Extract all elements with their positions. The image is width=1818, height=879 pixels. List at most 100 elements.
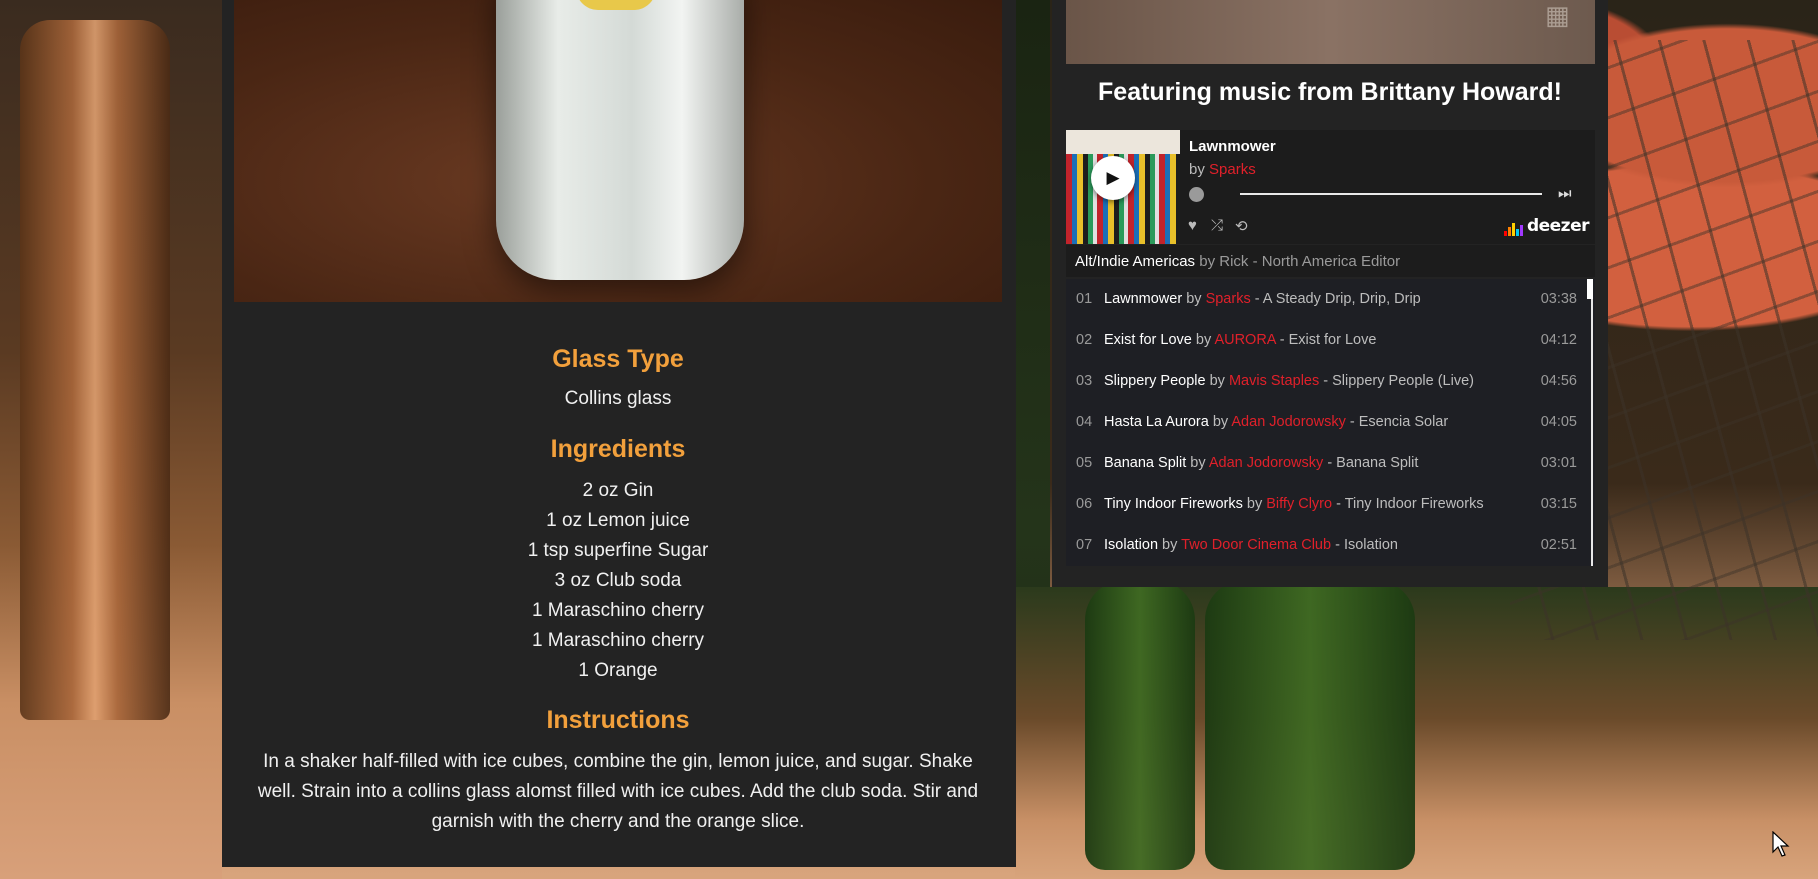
track-list: 01 Lawnmower by Sparks - A Steady Drip, … [1066, 279, 1595, 566]
track-name: Banana Split [1104, 455, 1187, 471]
track-duration: 04:12 [1540, 332, 1577, 348]
track-artist[interactable]: Adan Jodorowsky [1231, 414, 1345, 430]
track-artist[interactable]: Two Door Cinema Club [1181, 537, 1331, 553]
ingredient-item: 2 oz Gin [582, 480, 654, 501]
track-row[interactable]: 06 Tiny Indoor Fireworks by Biffy Clyro … [1066, 484, 1585, 525]
track-info: Tiny Indoor Fireworks by Biffy Clyro - T… [1104, 496, 1484, 512]
instructions-heading: Instructions [546, 706, 690, 734]
track-number: 05 [1076, 455, 1093, 471]
background-shaker [20, 20, 170, 720]
play-icon: ▶ [1106, 168, 1120, 187]
cocktail-photo [234, 0, 1002, 302]
track-duration: 04:56 [1540, 373, 1577, 389]
track-row[interactable]: 02 Exist for Love by AURORA - Exist for … [1066, 320, 1585, 361]
artist-image: ▦ [1066, 0, 1595, 64]
ingredient-item: 1 oz Lemon juice [546, 510, 690, 531]
track-number: 03 [1076, 373, 1093, 389]
glass-type-value: Collins glass [564, 388, 672, 409]
track-name: Exist for Love [1104, 332, 1192, 348]
track-name: Lawnmower [1104, 291, 1183, 307]
track-list-scrollbar[interactable] [1587, 279, 1593, 566]
playlist-header: Alt/Indie Americas by Rick - North Ameri… [1066, 245, 1595, 277]
track-album: - Exist for Love [1279, 332, 1377, 348]
track-name: Tiny Indoor Fireworks [1104, 496, 1243, 512]
ingredient-item: 1 Orange [578, 660, 658, 681]
progress-bar[interactable] [1240, 193, 1542, 195]
album-cover: ▶ [1066, 130, 1180, 244]
track-duration: 03:01 [1540, 455, 1577, 471]
track-artist[interactable]: Sparks [1206, 291, 1251, 307]
ingredients-list: 2 oz Gin 1 oz Lemon juice 1 tsp superfin… [234, 476, 1002, 686]
track-album: - Esencia Solar [1349, 414, 1449, 430]
track-artist[interactable]: AURORA [1214, 332, 1275, 348]
track-album: - A Steady Drip, Drip, Drip [1254, 291, 1421, 307]
track-artist[interactable]: Adan Jodorowsky [1209, 455, 1323, 471]
track-info: Banana Split by Adan Jodorowsky - Banana… [1104, 455, 1418, 471]
track-info: Lawnmower by Sparks - A Steady Drip, Dri… [1104, 291, 1421, 307]
track-duration: 03:38 [1540, 291, 1577, 307]
deezer-player: ▶ Lawnmower by Sparks ⏭ ♥ ⤮ ⟲ deezer [1066, 130, 1595, 244]
track-name: Hasta La Aurora [1104, 414, 1209, 430]
cocktail-glass [496, 0, 744, 280]
music-heading: Featuring music from Brittany Howard! [1098, 78, 1562, 106]
track-by-label: by [1186, 291, 1202, 307]
background-bottle [1085, 580, 1195, 870]
by-label: by [1189, 161, 1205, 178]
playlist-by-label: by [1199, 253, 1216, 270]
background-left [0, 0, 222, 879]
track-album: - Isolation [1335, 537, 1398, 553]
track-row[interactable]: 05 Banana Split by Adan Jodorowsky - Ban… [1066, 443, 1585, 484]
track-row[interactable]: 01 Lawnmower by Sparks - A Steady Drip, … [1066, 279, 1585, 320]
current-track-title: Lawnmower [1189, 138, 1276, 155]
track-row[interactable]: 04 Hasta La Aurora by Adan Jodorowsky - … [1066, 402, 1585, 443]
track-by-label: by [1190, 455, 1206, 471]
playlist-author[interactable]: Rick - North America Editor [1219, 253, 1400, 270]
track-duration: 03:15 [1540, 496, 1577, 512]
track-info: Isolation by Two Door Cinema Club - Isol… [1104, 537, 1398, 553]
track-album: - Tiny Indoor Fireworks [1336, 496, 1484, 512]
current-track-artist-line: by Sparks [1189, 161, 1256, 178]
track-info: Hasta La Aurora by Adan Jodorowsky - Ese… [1104, 414, 1448, 430]
track-row[interactable]: 03 Slippery People by Mavis Staples - Sl… [1066, 361, 1585, 402]
player-controls: ♥ ⤮ ⟲ deezer [1180, 211, 1595, 244]
current-track-artist[interactable]: Sparks [1209, 161, 1256, 178]
ingredients-heading: Ingredients [550, 435, 686, 463]
track-album: - Banana Split [1327, 455, 1419, 471]
track-info: Slippery People by Mavis Staples - Slipp… [1104, 373, 1474, 389]
track-row[interactable]: 07 Isolation by Two Door Cinema Club - I… [1066, 525, 1585, 566]
scrollbar-thumb[interactable] [1587, 279, 1593, 299]
ingredient-item: 1 tsp superfine Sugar [527, 540, 709, 561]
track-name: Slippery People [1104, 373, 1206, 389]
deezer-brand: deezer [1526, 216, 1590, 236]
track-by-label: by [1212, 414, 1229, 430]
ingredient-item: 1 Maraschino cherry [531, 630, 705, 651]
track-duration: 04:05 [1540, 414, 1577, 430]
next-icon[interactable]: ⏭ [1558, 185, 1572, 202]
cursor-icon [1772, 830, 1790, 857]
track-artist[interactable]: Mavis Staples [1229, 373, 1319, 389]
clock-icon [1189, 187, 1204, 202]
track-number: 07 [1076, 537, 1093, 553]
glass-type-heading: Glass Type [552, 345, 684, 373]
background-bottle [1205, 580, 1415, 870]
track-number: 02 [1076, 332, 1093, 348]
grid-icon: ▦ [1545, 0, 1570, 30]
track-duration: 02:51 [1540, 537, 1577, 553]
track-by-label: by [1209, 373, 1225, 389]
deezer-logo-bars [1503, 216, 1524, 236]
instructions-text: In a shaker half-filled with ice cubes, … [257, 751, 979, 832]
deezer-logo[interactable]: deezer [1503, 216, 1590, 236]
track-number: 01 [1076, 291, 1093, 307]
track-by-label: by [1162, 537, 1178, 553]
track-by-label: by [1246, 496, 1263, 512]
track-artist[interactable]: Biffy Clyro [1266, 496, 1332, 512]
track-info: Exist for Love by AURORA - Exist for Lov… [1104, 332, 1376, 348]
play-button[interactable]: ▶ [1091, 156, 1135, 200]
ingredient-item: 1 Maraschino cherry [531, 600, 705, 621]
shuffle-icon[interactable]: ⤮ [1211, 217, 1223, 234]
heart-icon[interactable]: ♥ [1188, 217, 1197, 234]
track-name: Isolation [1104, 537, 1159, 553]
track-number: 06 [1076, 496, 1093, 512]
repeat-icon[interactable]: ⟲ [1235, 217, 1248, 235]
playlist-name[interactable]: Alt/Indie Americas [1075, 253, 1195, 270]
